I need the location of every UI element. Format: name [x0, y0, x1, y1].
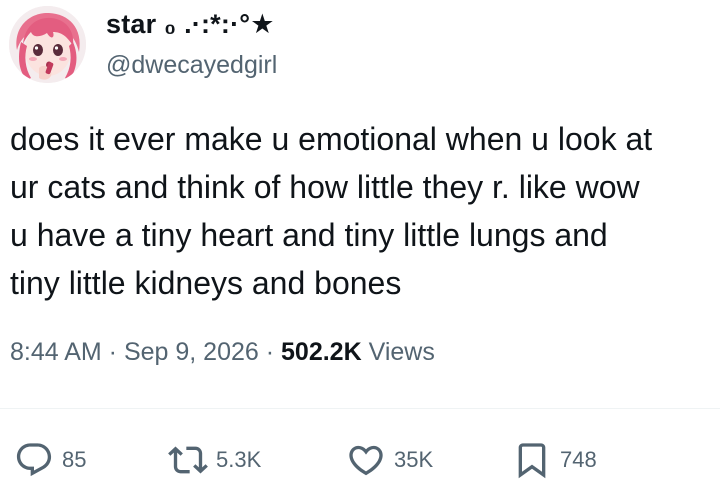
retweet-count: 5.3K [216, 447, 262, 472]
avatar[interactable] [9, 6, 86, 83]
like-count: 35K [394, 447, 434, 472]
retweet-button[interactable]: 5.3K [168, 438, 261, 482]
meta-separator: · [258, 338, 282, 366]
views-label: Views [368, 338, 435, 366]
tweet-time[interactable]: 8:44 AM [10, 338, 102, 366]
tweet-card: star ₀ .·:*:·°★ @dwecayedgirl does it ev… [0, 0, 720, 491]
divider [0, 408, 720, 409]
tweet-date[interactable]: Sep 9, 2026 [124, 338, 259, 366]
bookmark-button[interactable]: 748 [512, 438, 597, 482]
anime-girl-avatar-icon [9, 6, 86, 83]
bookmark-count: 748 [560, 447, 597, 472]
bookmark-icon [518, 443, 546, 479]
retweet-icon [168, 446, 208, 474]
tweet-text-line: tiny little kidneys and bones [10, 265, 402, 301]
tweet-text-line: u have a tiny heart and tiny little lung… [10, 217, 608, 253]
tweet-text-line: does it ever make u emotional when u loo… [10, 121, 653, 157]
like-button[interactable]: 35K [346, 438, 433, 482]
user-handle[interactable]: @dwecayedgirl [106, 51, 277, 80]
tweet-meta: 8:44 AM · Sep 9, 2026 · 502.2K Views [10, 338, 435, 367]
reply-icon [16, 443, 52, 477]
reply-count: 85 [62, 447, 87, 472]
tweet-text-line: ur cats and think of how little they r. … [10, 169, 640, 205]
views-count: 502.2K [281, 338, 362, 366]
meta-separator: · [101, 338, 124, 366]
heart-icon [349, 445, 383, 476]
display-name[interactable]: star ₀ .·:*:·°★ [106, 9, 275, 40]
tweet-text: does it ever make u emotional when u loo… [10, 115, 715, 307]
reply-button[interactable]: 85 [14, 438, 86, 482]
